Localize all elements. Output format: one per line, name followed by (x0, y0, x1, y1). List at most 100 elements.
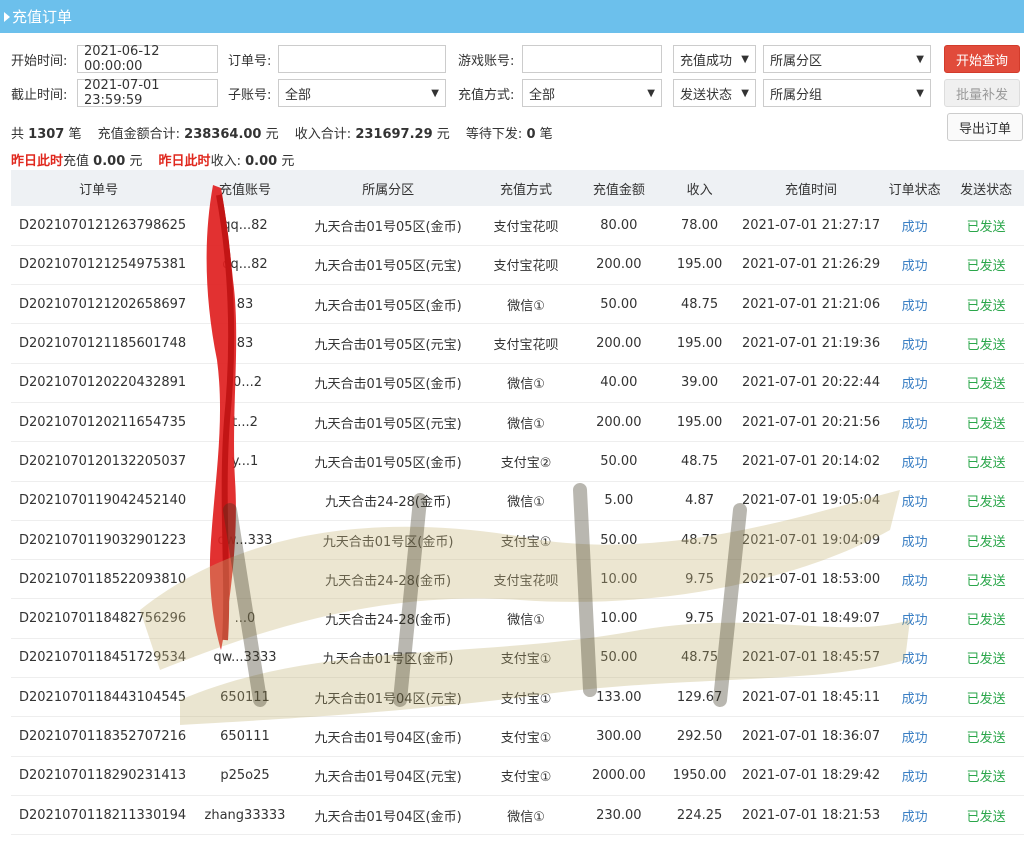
order-status-cell[interactable]: 成功 (881, 795, 948, 834)
table-row[interactable]: D2021070119042452140 九天合击24-28(金币) 微信① 5.00… (11, 481, 1024, 521)
col-account[interactable]: 充值账号 (186, 170, 304, 206)
order-status-cell[interactable]: 成功 (881, 324, 948, 363)
yesterday-label: 昨日此时 (158, 154, 211, 169)
table-row[interactable]: D2021070121254975381 qq...82 九天合击01号05区(元宝… (11, 245, 1024, 285)
region-cell: 九天合击01号05区(元宝) (314, 338, 462, 354)
region-cell: 九天合击24-28(金币) (325, 573, 452, 589)
order-status-cell[interactable]: 成功 (881, 560, 948, 599)
start-time-input[interactable]: 2021-06-12 00:00:00 (77, 44, 218, 74)
table-header-row: 订单号 充值账号 所属分区 充值方式 充值金额 收入 充值时间 订单状态 发送状… (11, 170, 1024, 206)
region-cell: 九天合击01号区(金币) (322, 652, 454, 668)
yesterday-income-text: 收入: (210, 154, 241, 169)
table-row[interactable]: D2021070120220432891 t0...2 九天合击01号05区(金币)… (11, 363, 1024, 403)
col-send-status[interactable]: 发送状态 (948, 170, 1024, 206)
income-value: 231697.29 (355, 127, 433, 142)
group-select[interactable]: 所属分组 ▼ (763, 79, 931, 107)
order-status-cell[interactable]: 成功 (881, 756, 948, 795)
batch-resend-button[interactable]: 批量补发 (944, 79, 1020, 107)
yesterday-recharge-text: 充值 (63, 154, 90, 169)
order-status-cell[interactable]: 成功 (881, 245, 948, 284)
income-cell: 48.75 (680, 650, 719, 666)
order-status-cell[interactable]: 成功 (881, 363, 948, 402)
table-row[interactable]: D2021070120211654735 t...2 九天合击01号05区(元宝) 微… (11, 402, 1024, 442)
subaccount-label: 子账号: (228, 87, 272, 103)
income-cell: 129.67 (676, 689, 723, 705)
time-cell: 2021-07-01 19:05:04 (742, 493, 881, 509)
region-cell: 九天合击24-28(金币) (325, 495, 452, 511)
order-status-cell[interactable]: 成功 (881, 599, 948, 638)
table-row[interactable]: D2021070121185601748 83 九天合击01号05区(元宝) 支付宝花… (11, 324, 1024, 364)
order-status-cell[interactable]: 成功 (881, 285, 948, 324)
account-cell: ...0 (234, 611, 256, 627)
col-amount[interactable]: 充值金额 (580, 170, 658, 206)
col-time[interactable]: 充值时间 (741, 170, 881, 206)
pending-unit: 笔 (539, 127, 553, 142)
subaccount-select[interactable]: 全部 ▼ (278, 79, 446, 107)
yesterday-recharge-value: 0.00 (93, 154, 126, 169)
order-status-cell[interactable]: 成功 (881, 481, 948, 520)
send-status-cell: 已发送 (966, 573, 1006, 589)
send-status-select[interactable]: 发送状态 ▼ (673, 79, 756, 107)
order-status-cell[interactable]: 成功 (881, 520, 948, 559)
table-row[interactable]: D2021070121263798625 qq...82 九天合击01号05区(金币… (11, 206, 1024, 246)
table-row[interactable]: D2021070118482756296 ...0 九天合击24-28(金币) 微信①… (11, 599, 1024, 639)
income-cell: 78.00 (680, 217, 719, 233)
send-status-cell: 已发送 (966, 338, 1006, 354)
yesterday-label: 昨日此时 (11, 154, 64, 169)
region-select[interactable]: 所属分区 ▼ (763, 45, 931, 73)
income-cell: 48.75 (680, 532, 719, 548)
table-row[interactable]: D2021070118211330194 zhang33333 九天合击01号04区… (11, 795, 1024, 835)
col-pay-method[interactable]: 充值方式 (472, 170, 579, 206)
table-row[interactable]: D2021070120132205037 y...1 九天合击01号05区(金币) 支… (11, 442, 1024, 482)
pay-method-cell: 支付宝花呗 (493, 573, 559, 589)
order-status-cell[interactable]: 成功 (881, 206, 948, 245)
game-account-input[interactable] (522, 45, 662, 73)
amount-cell: 133.00 (596, 689, 642, 705)
pay-method-select[interactable]: 全部 ▼ (522, 79, 662, 107)
table-row[interactable]: D2021070118443104545 650111 九天合击01号04区(元宝)… (11, 678, 1024, 717)
export-orders-button[interactable]: 导出订单 (947, 113, 1023, 141)
order-status-cell[interactable]: 成功 (881, 442, 948, 481)
order-status-cell[interactable]: 成功 (881, 638, 948, 677)
recharge-status-select[interactable]: 充值成功 ▼ (673, 45, 756, 73)
order-status-cell[interactable]: 成功 (881, 678, 948, 717)
order-number-cell: D2021070118290231413 (19, 768, 187, 784)
col-order-number[interactable]: 订单号 (11, 170, 186, 206)
amount-cell: 50.00 (600, 532, 638, 548)
amount-cell: 50.00 (600, 650, 638, 666)
table-row[interactable]: D2021070119032901223 qw...333 九天合击01号区(金币)… (11, 520, 1024, 560)
order-status-cell[interactable]: 成功 (881, 402, 948, 441)
table-row[interactable]: D2021070118522093810 九天合击24-28(金币) 支付宝花呗 10… (11, 560, 1024, 599)
col-order-status[interactable]: 订单状态 (881, 170, 948, 206)
amount-cell: 5.00 (604, 493, 634, 509)
col-region[interactable]: 所属分区 (304, 170, 473, 206)
order-number-cell: D2021070118443104545 (19, 689, 187, 705)
table-row[interactable]: D2021070121202658697 83 九天合击01号05区(金币) 微信① 5… (11, 285, 1024, 324)
region-cell: 九天合击01号05区(元宝) (314, 416, 462, 432)
search-button[interactable]: 开始查询 (944, 45, 1020, 73)
chevron-down-icon: ▼ (431, 87, 439, 99)
account-cell: zhang33333 (204, 807, 286, 823)
amount-cell: 230.00 (596, 807, 642, 823)
income-cell: 9.75 (685, 571, 715, 587)
table-row[interactable]: D2021070118290231413 p25o25 九天合击01号04区(元宝)… (11, 756, 1024, 796)
table-row[interactable]: D2021070118352707216 650111 九天合击01号04区(金币)… (11, 717, 1024, 757)
amount-cell: 10.00 (600, 611, 638, 627)
region-cell: 九天合击01号04区(元宝) (314, 770, 462, 786)
group-select-value: 所属分组 (770, 87, 823, 103)
account-cell: 650111 (220, 689, 270, 705)
account-cell: qw...333 (217, 532, 273, 548)
col-income[interactable]: 收入 (658, 170, 741, 206)
amount-cell: 200.00 (596, 257, 642, 273)
end-time-input[interactable]: 2021-07-01 23:59:59 (77, 78, 218, 108)
time-cell: 2021-07-01 21:19:36 (742, 336, 881, 352)
end-time-label: 截止时间: (11, 87, 68, 103)
pay-method-cell: 支付宝花呗 (493, 219, 559, 235)
account-cell: qq...82 (222, 217, 268, 233)
order-number-input[interactable] (278, 45, 446, 73)
time-cell: 2021-07-01 21:26:29 (742, 257, 881, 273)
chevron-down-icon: ▼ (741, 53, 749, 65)
table-row[interactable]: D2021070118451729534 qw...3333 九天合击01号区(金币… (11, 638, 1024, 678)
order-status-cell[interactable]: 成功 (881, 717, 948, 756)
region-cell: 九天合击24-28(金币) (325, 613, 452, 629)
